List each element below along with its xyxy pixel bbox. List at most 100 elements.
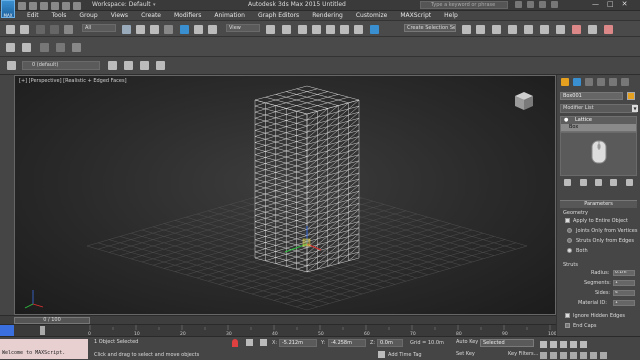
schematic-view-icon[interactable] [540,25,549,34]
ribbon-undo-icon[interactable] [6,43,15,52]
select-in-layer-icon[interactable] [140,61,149,70]
track-bar[interactable]: 0 10 20 30 40 50 60 70 80 90 100 [0,324,556,336]
align-icon[interactable] [476,25,485,34]
next-frame-icon[interactable] [570,341,577,348]
menu-graph-editors[interactable]: Graph Editors [258,12,299,19]
remove-modifier-icon[interactable] [610,179,618,186]
ribbon-link-icon[interactable] [40,43,49,52]
close-button[interactable]: ✕ [622,0,628,8]
key-filters-button[interactable]: Key Filters... [508,351,538,357]
new-file-icon[interactable] [18,1,26,10]
undo-arrow-icon[interactable] [6,25,15,34]
select-by-name-icon[interactable] [136,25,145,34]
rendered-frame-window-icon[interactable] [588,25,597,34]
object-name-field[interactable]: Box001 [560,92,623,100]
render-production-icon[interactable] [604,25,613,34]
select-and-rotate-icon[interactable] [194,25,203,34]
redo-icon[interactable] [62,1,70,10]
workspace-selector[interactable]: Workspace: Default [92,1,151,8]
undo-icon[interactable] [51,1,59,10]
parameters-rollout-header[interactable]: Parameters [560,200,637,208]
lightbulb-icon[interactable]: ● [564,117,568,124]
apply-entire-checkbox[interactable] [565,218,570,223]
both-radio[interactable] [567,248,572,253]
zoom-all-icon[interactable] [550,352,557,359]
search-input[interactable]: Type a keyword or phrase [420,1,508,9]
select-and-link-icon[interactable] [36,25,45,34]
sign-in-icon[interactable] [539,1,546,8]
unlink-icon[interactable] [50,25,59,34]
orbit-icon[interactable] [590,352,597,359]
add-time-tag-button[interactable]: Add Time Tag [388,352,422,358]
current-layer-dropdown[interactable]: 0 (default) [22,61,100,70]
menu-rendering[interactable]: Rendering [312,12,343,19]
rectangular-selection-icon[interactable] [150,25,159,34]
y-coordinate-field[interactable]: -4.258m [328,339,366,347]
mirror-icon[interactable] [462,25,471,34]
configure-sets-icon[interactable] [625,179,633,186]
ribbon-bind-icon[interactable] [72,43,81,52]
menu-create[interactable]: Create [141,12,161,19]
help-icon[interactable] [551,1,558,8]
radius-spinner[interactable]: 0.1m [613,270,635,276]
project-folder-icon[interactable] [73,1,81,10]
zoom-extents-icon[interactable] [560,352,567,359]
motion-tab-icon[interactable] [597,78,605,86]
binoculars-icon[interactable] [515,1,522,8]
viewport-scene[interactable] [15,76,556,315]
go-to-start-icon[interactable] [540,341,547,348]
key-mode-dropdown[interactable]: Selected [480,339,534,347]
z-coordinate-field[interactable]: 0.0m [377,339,403,347]
menu-edit[interactable]: Edit [27,12,39,19]
spinner-snap-icon[interactable] [354,25,363,34]
modify-tab-icon[interactable] [573,78,581,86]
curve-editor-icon[interactable] [524,25,533,34]
star-icon[interactable] [527,1,534,8]
menu-help[interactable]: Help [444,12,458,19]
menu-customize[interactable]: Customize [356,12,388,19]
absolute-mode-icon[interactable] [260,339,267,346]
chevron-down-icon[interactable]: ▾ [153,2,156,8]
ribbon-unlink-icon[interactable] [56,43,65,52]
layer-manager-icon[interactable] [7,61,16,70]
set-key-button[interactable]: Set Key [456,351,475,357]
select-and-manipulate-icon[interactable] [282,25,291,34]
go-to-end-icon[interactable] [580,341,587,348]
keyboard-shortcut-icon[interactable] [298,25,307,34]
reference-coordinate-dropdown[interactable]: View [226,24,260,32]
pin-stack-icon[interactable] [564,179,572,186]
menu-group[interactable]: Group [79,12,97,19]
maximize-button[interactable]: □ [607,0,614,8]
perspective-viewport[interactable]: [+] [Perspective] [Realistic + Edged Fac… [14,75,556,315]
selection-lock-icon[interactable] [246,339,253,346]
sides-spinner[interactable]: 4 [613,290,635,296]
make-unique-icon[interactable] [594,179,602,186]
material-id-spinner[interactable]: 1 [613,300,635,306]
x-coordinate-field[interactable]: -5.212m [279,339,317,347]
new-layer-icon[interactable] [108,61,117,70]
create-tab-icon[interactable] [561,78,569,86]
render-setup-icon[interactable] [572,25,581,34]
viewcube-icon[interactable] [513,90,535,112]
selection-filter-dropdown[interactable]: All [82,24,116,32]
isolate-selection-icon[interactable] [232,339,238,347]
set-current-layer-icon[interactable] [156,61,165,70]
select-object-icon[interactable] [122,25,131,34]
snaps-toggle-icon[interactable] [312,25,321,34]
edit-named-selection-icon[interactable] [370,25,379,34]
object-color-swatch[interactable] [627,92,635,100]
time-slider-thumb[interactable]: 0 / 100 [14,317,90,324]
stack-item-box[interactable]: Box [561,124,636,131]
time-slider[interactable]: 0 / 100 [0,315,556,324]
select-and-move-icon[interactable] [180,25,189,34]
app-logo-button[interactable]: MAX [1,0,15,18]
pan-view-icon[interactable] [580,352,587,359]
chevron-down-icon[interactable]: ▼ [632,105,638,112]
ribbon-redo-icon[interactable] [22,43,31,52]
end-caps-checkbox[interactable] [565,323,570,328]
show-end-result-icon[interactable] [579,179,587,186]
bind-space-warp-icon[interactable] [64,25,73,34]
menu-views[interactable]: Views [111,12,128,19]
save-file-icon[interactable] [40,1,48,10]
layer-explorer-icon[interactable] [492,25,501,34]
